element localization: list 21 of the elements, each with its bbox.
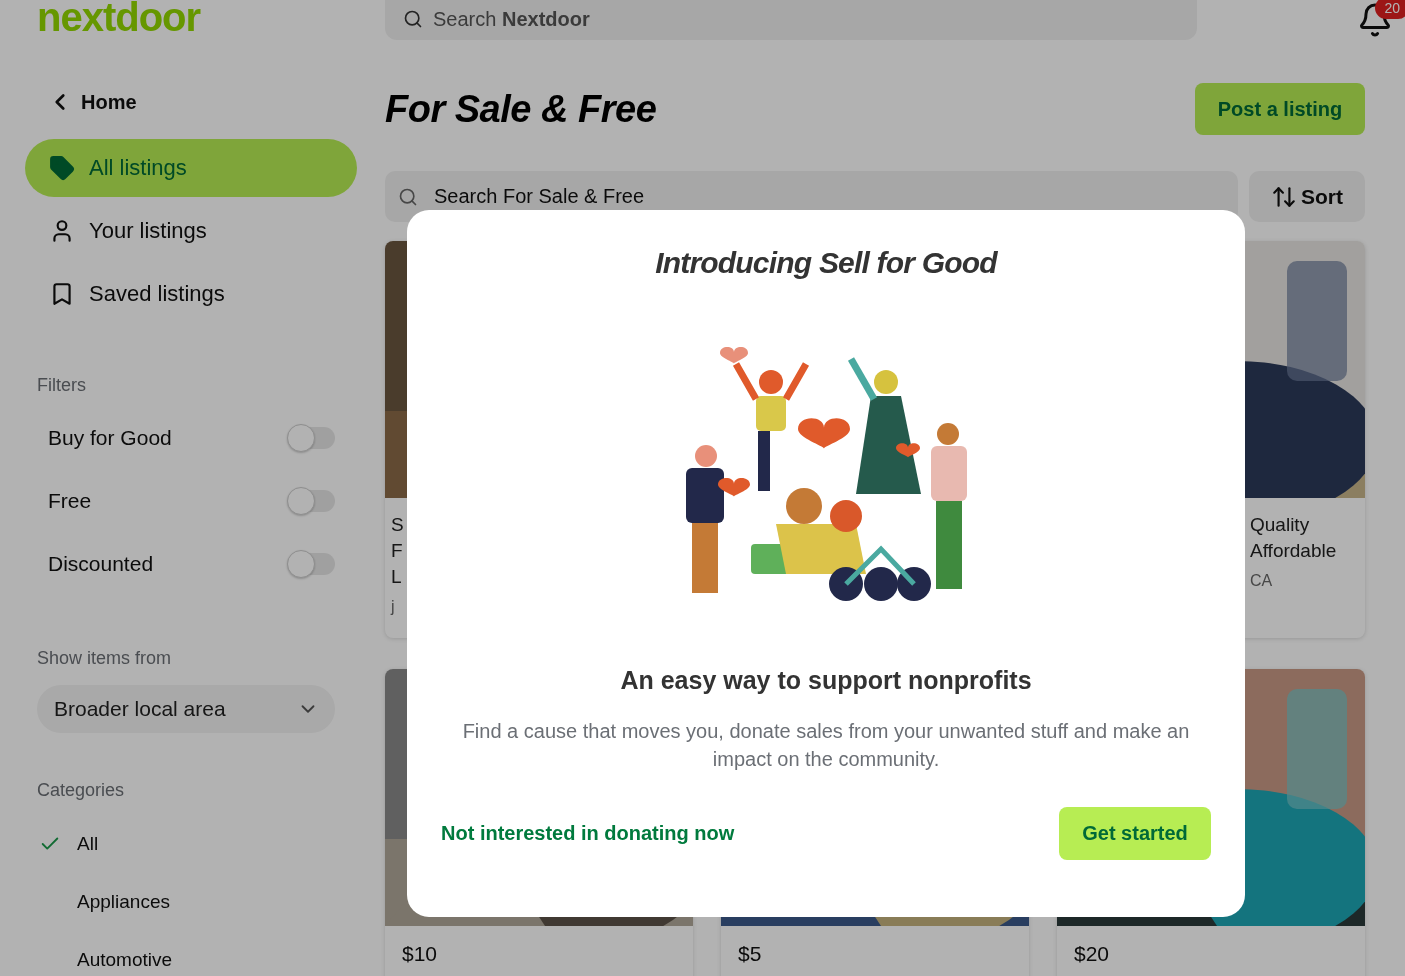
- section-label: Categories: [36, 780, 126, 801]
- listing-title-line: S: [391, 513, 405, 537]
- modal-heading: An easy way to support nonprofits: [620, 666, 1032, 695]
- listing-title-line: F: [391, 539, 404, 563]
- listing-location: CA: [1250, 572, 1274, 590]
- section-label: Filters: [36, 375, 87, 396]
- modal-body-text: Find a cause that moves you, donate sales from your unwanted stuff and make an impact on the community.: [461, 719, 1191, 772]
- listing-price: $20: [1073, 941, 1111, 966]
- filter-label: Buy for Good: [48, 425, 172, 450]
- listing-price: $5: [737, 941, 763, 966]
- modal-title: Introducing Sell for Good: [655, 246, 997, 280]
- section-label: Show items from: [36, 648, 173, 669]
- page-title: For Sale & Free: [385, 87, 657, 131]
- listing-location: j: [391, 598, 396, 616]
- listing-title-line: L: [391, 565, 403, 589]
- filter-label: Free: [48, 488, 92, 513]
- listing-price: $10: [401, 941, 439, 966]
- filter-label: Discounted: [48, 551, 154, 576]
- listing-title-line: Quality: [1250, 513, 1311, 537]
- listing-title-line: Affordable: [1250, 539, 1338, 563]
- notification-count-badge: 20: [1375, 0, 1405, 19]
